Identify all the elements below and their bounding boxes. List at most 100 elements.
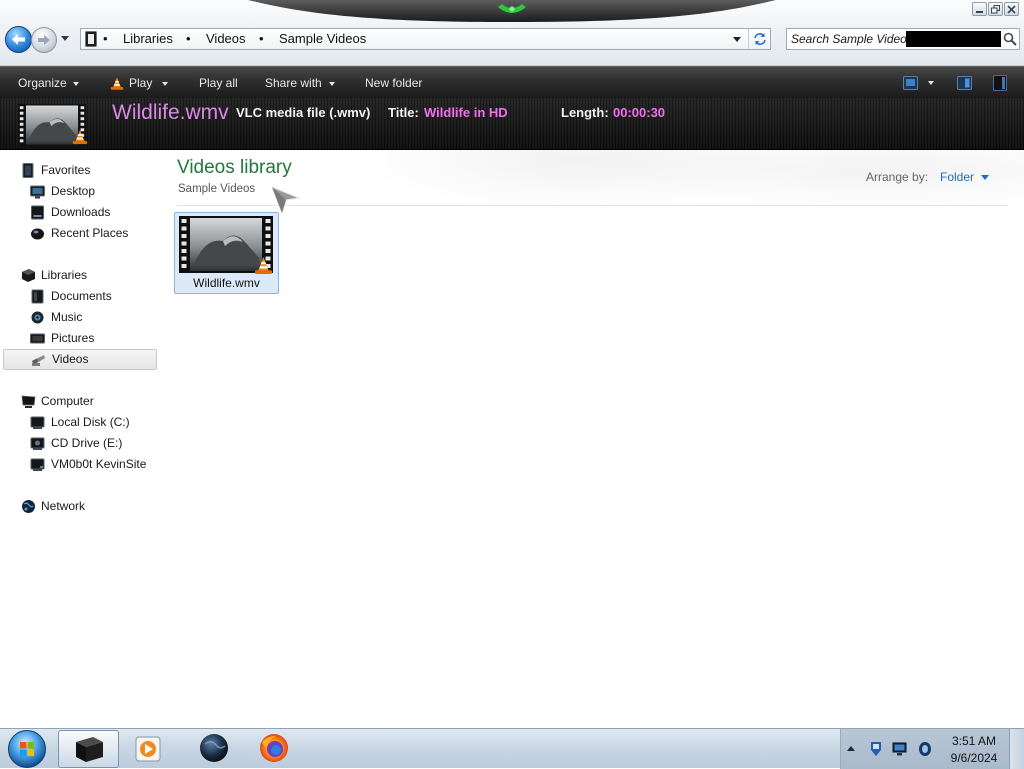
nav-libraries[interactable]: Libraries [0,265,158,286]
chevron-down-icon [328,81,335,86]
nav-downloads-label: Downloads [51,205,111,219]
nav-documents[interactable]: Documents [0,286,158,307]
help-icon[interactable] [993,75,1007,91]
nav-favorites-label: Favorites [41,163,91,177]
chevron-down-icon [981,175,990,181]
firefox-icon [260,734,288,762]
recent-places-icon [31,228,44,240]
nav-downloads[interactable]: Downloads [0,202,158,223]
details-title-label: Title: [388,105,419,120]
nav-recent-places-label: Recent Places [51,226,129,240]
breadcrumb-separator: • [103,31,108,46]
nav-videos-label: Videos [52,352,89,366]
taskbar-firefox-button[interactable] [258,732,290,764]
title-ornament [248,0,776,22]
address-dropdown-button[interactable] [727,29,747,49]
chevron-down-icon [733,37,741,42]
breadcrumb-separator[interactable]: • [259,29,264,49]
search-input[interactable]: Search Sample Videos [791,29,913,49]
taskbar-media-player-button[interactable] [134,735,162,763]
desktop-icon [30,185,45,199]
chevron-down-icon [162,81,169,86]
breadcrumb-libraries[interactable]: Libraries [123,29,173,49]
clock-time[interactable]: 3:51 AM [945,734,1003,749]
libraries-icon [22,269,35,282]
libraries-folder-icon [85,31,97,47]
play-button[interactable]: Play [104,67,174,99]
breadcrumb-videos[interactable]: Videos [206,29,246,49]
nav-computer-label: Computer [41,394,94,408]
redaction-box [906,31,1001,47]
arrange-by-label: Arrange by: [866,170,929,184]
nav-network[interactable]: Network [0,496,158,517]
forward-button[interactable] [31,27,57,53]
show-desktop-button[interactable] [1009,729,1024,769]
nav-network-label: Network [41,499,86,513]
nav-network-drive-label: VM0b0t KevinSite [51,457,147,471]
nav-cd-drive-label: CD Drive (E:) [51,436,123,450]
nav-cd-drive[interactable]: CD Drive (E:) [0,433,158,454]
change-view-icon[interactable] [903,76,918,90]
cd-drive-icon [30,437,45,450]
organize-button[interactable]: Organize [12,67,85,99]
taskbar-explorer-button[interactable] [58,730,119,768]
nav-favorites[interactable]: Favorites [0,160,158,181]
nav-videos[interactable]: Videos [3,349,157,370]
mouse-cursor-icon [271,186,301,214]
network-status-icon[interactable] [892,742,907,756]
music-icon [31,311,44,324]
show-hidden-icons-icon[interactable] [847,746,855,751]
play-all-button[interactable]: Play all [193,67,244,99]
view-options-chevron-down-icon[interactable] [928,81,934,85]
details-title-value[interactable]: Wildlife in HD [424,105,508,121]
nav-desktop[interactable]: Desktop [0,181,158,202]
new-folder-label: New folder [365,76,423,90]
restore-button[interactable] [988,2,1003,16]
preview-pane-icon[interactable] [957,76,972,90]
explorer-icon [75,737,103,762]
address-bar[interactable]: • Libraries • Videos • Sample Videos [80,28,771,50]
back-button[interactable] [5,26,32,53]
globe-icon [200,734,228,762]
refresh-button[interactable] [748,29,770,49]
content-area [160,150,1024,728]
system-tray: 3:51 AM 9/6/2024 [840,729,1024,769]
nav-computer[interactable]: Computer [0,391,158,412]
volume-icon[interactable] [918,741,932,757]
arrow-right-icon [38,35,50,45]
start-button[interactable] [8,730,46,768]
command-bar: Organize Play Play all Share with New fo… [0,66,1024,98]
taskbar-globe-button[interactable] [199,733,229,763]
nav-network-drive[interactable]: VM0b0t KevinSite [0,454,158,475]
local-disk-icon [30,416,45,429]
action-center-icon[interactable] [869,741,883,757]
nav-recent-places[interactable]: Recent Places [0,223,158,244]
vlc-cone-icon [110,77,124,91]
close-button[interactable] [1004,2,1019,16]
search-box[interactable]: Search Sample Videos [786,28,1020,50]
close-icon [1007,5,1016,14]
nav-libraries-label: Libraries [41,268,88,282]
nav-pictures[interactable]: Pictures [0,328,158,349]
search-icon[interactable] [1002,31,1018,47]
minimize-icon [976,11,983,13]
recent-pages-dropdown-icon[interactable] [61,36,69,41]
favorites-icon [22,163,34,178]
refresh-icon [754,33,766,45]
clock-date[interactable]: 9/6/2024 [945,751,1003,766]
restore-icon [991,5,1000,14]
nav-local-disk[interactable]: Local Disk (C:) [0,412,158,433]
vlc-cone-icon [255,257,272,274]
arrange-by-value: Folder [940,170,975,184]
arrange-by-dropdown[interactable]: Folder [937,168,992,186]
share-with-button[interactable]: Share with [259,67,341,99]
start-orb-icon [20,742,34,756]
new-folder-button[interactable]: New folder [359,67,428,99]
minimize-button[interactable] [972,2,987,16]
breadcrumb-separator[interactable]: • [186,29,191,49]
breadcrumb-sample-videos[interactable]: Sample Videos [279,29,366,49]
videos-icon [32,355,45,366]
library-subheading: Sample Videos [178,183,256,195]
file-item[interactable]: Wildlife.wmv [174,212,279,294]
nav-music[interactable]: Music [0,307,158,328]
